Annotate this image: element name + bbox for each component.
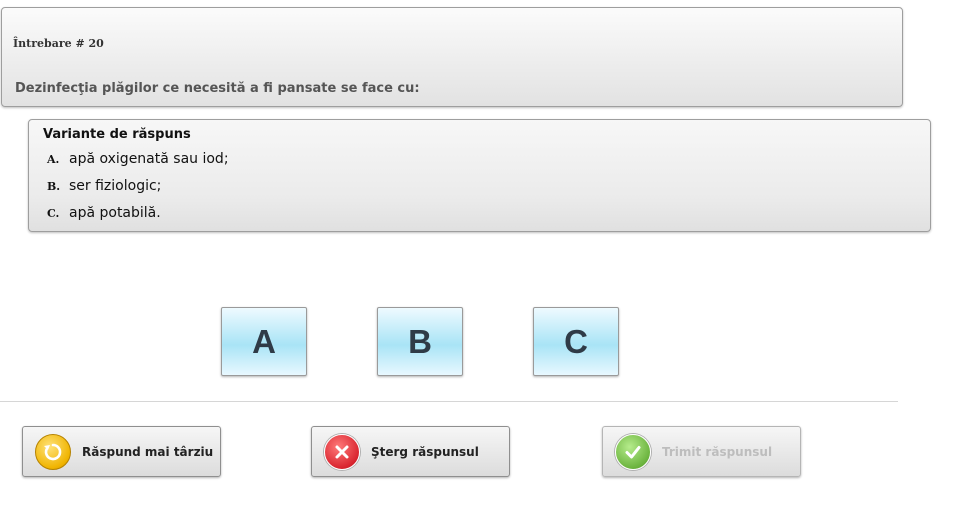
answer-option-c: C. apă potabilă.	[47, 205, 161, 221]
clear-answer-button[interactable]: Şterg răspunsul	[311, 426, 510, 477]
submit-answer-label: Trimit răspunsul	[662, 444, 773, 459]
choice-c-button[interactable]: C	[533, 307, 619, 376]
close-icon	[324, 433, 360, 470]
option-text: apă oxigenată sau iod;	[69, 151, 229, 167]
option-letter: A.	[47, 153, 60, 166]
choice-a-button[interactable]: A	[221, 307, 307, 376]
question-number: Întrebare # 20	[13, 37, 104, 50]
option-text: ser fiziologic;	[69, 178, 162, 194]
choice-b-button[interactable]: B	[377, 307, 463, 376]
answer-option-b: B. ser fiziologic;	[47, 178, 161, 194]
submit-answer-button[interactable]: Trimit răspunsul	[602, 426, 801, 477]
option-text: apă potabilă.	[69, 205, 161, 221]
answer-later-button[interactable]: Răspund mai târziu	[22, 426, 221, 477]
answer-options-panel: Variante de răspuns A. apă oxigenată sau …	[28, 119, 931, 232]
answer-options-title: Variante de răspuns	[43, 127, 191, 142]
option-letter: C.	[47, 207, 60, 220]
answer-option-a: A. apă oxigenată sau iod;	[47, 151, 229, 167]
option-letter: B.	[47, 180, 61, 193]
clear-answer-label: Şterg răspunsul	[371, 444, 479, 459]
checkmark-icon	[615, 433, 651, 470]
divider	[0, 401, 898, 402]
question-panel: Întrebare # 20 Dezinfecţia plăgilor ce n…	[1, 7, 903, 107]
refresh-icon	[35, 433, 71, 470]
question-text: Dezinfecţia plăgilor ce necesită a fi pa…	[15, 81, 420, 96]
answer-later-label: Răspund mai târziu	[82, 444, 214, 459]
